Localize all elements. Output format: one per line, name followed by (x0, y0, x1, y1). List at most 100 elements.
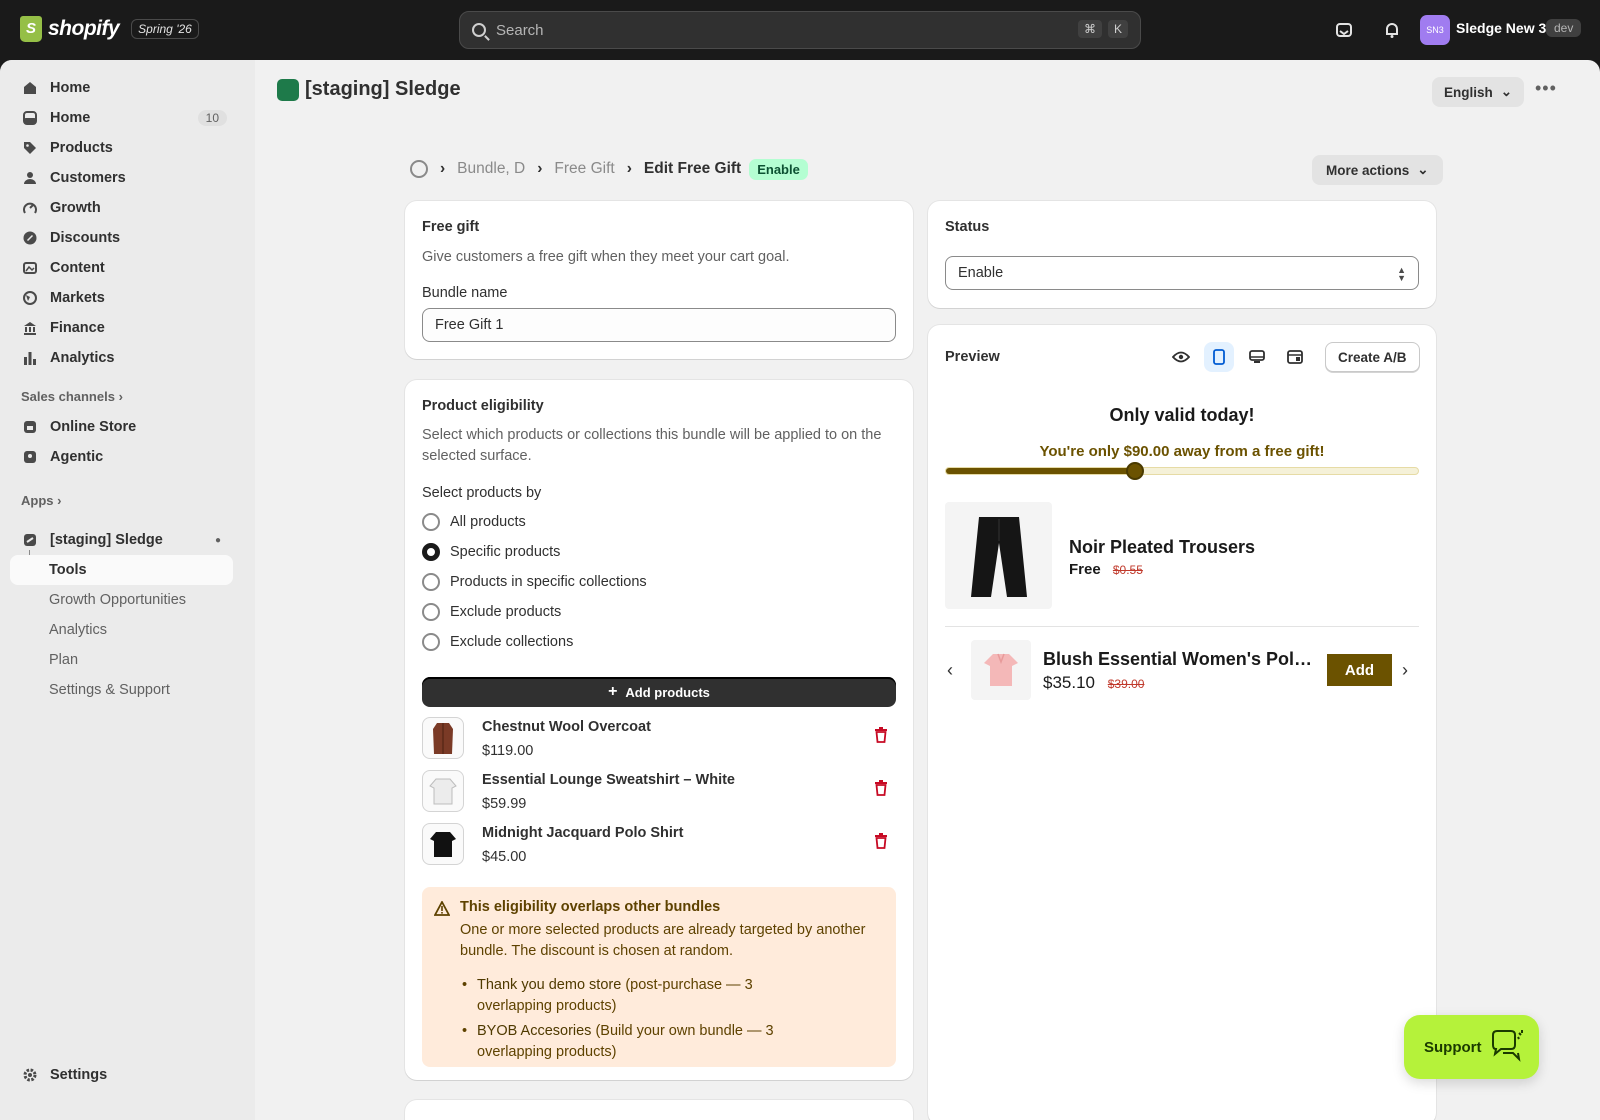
product-name: Essential Lounge Sweatshirt – White (482, 772, 735, 788)
sidebar-item-label: Finance (50, 320, 105, 336)
sidebar-item-online-store[interactable]: Online Store (10, 412, 233, 442)
overlap-bundle-link[interactable]: BYOB Accesories (477, 1023, 591, 1039)
sidebar: Home Home 10 Products Customers Growth D… (0, 60, 255, 1120)
upsell-price: $35.10 (1043, 673, 1095, 692)
sidebar-item-orders[interactable]: Home 10 (10, 103, 233, 133)
sidebar-subitem-settings-support[interactable]: Settings & Support (10, 675, 233, 705)
sidebar-item-products[interactable]: Products (10, 133, 233, 163)
sales-channels-label: Sales channels (21, 389, 115, 404)
top-bar: shopify Spring '26 Search ⌘ K SN3 Sledge… (0, 0, 1600, 60)
sidebar-item-growth[interactable]: Growth (10, 193, 233, 223)
search-shortcut: ⌘ K (1077, 20, 1128, 38)
trash-icon[interactable] (874, 727, 888, 743)
app-icon (22, 532, 38, 548)
sales-channels-heading[interactable]: Sales channels › (21, 389, 123, 404)
card-title: Free gift (422, 219, 480, 235)
release-badge: Spring '26 (131, 19, 199, 39)
select-arrows-icon: ▲ ▼ (1397, 265, 1406, 283)
breadcrumb-item[interactable]: Bundle, D (457, 160, 525, 178)
upsell-add-button[interactable]: Add (1327, 654, 1392, 686)
sidebar-item-analytics[interactable]: Analytics (10, 343, 233, 373)
overlap-warning-banner: This eligibility overlaps other bundles … (422, 887, 896, 1067)
eye-icon[interactable] (1166, 342, 1196, 372)
more-actions-button[interactable]: More actions ⌄ (1312, 155, 1443, 185)
radio-button[interactable] (422, 603, 440, 621)
radio-exclude-products[interactable]: Exclude products (422, 603, 561, 621)
product-name: Midnight Jacquard Polo Shirt (482, 825, 684, 841)
bundle-name-label: Bundle name (422, 285, 508, 301)
cart-drawer-view-icon[interactable] (1280, 342, 1310, 372)
overlap-bundle-link[interactable]: Thank you demo store (477, 977, 621, 993)
product-price: $119.00 (482, 743, 534, 759)
overlap-item: Thank you demo store (post-purchase — 3 … (460, 975, 790, 1017)
sidebar-item-content[interactable]: Content (10, 253, 233, 283)
bundle-name-input[interactable]: Free Gift 1 (422, 308, 896, 342)
radio-specific-collections[interactable]: Products in specific collections (422, 573, 647, 591)
warning-body: One or more selected products are alread… (460, 922, 866, 959)
sidebar-subitem-analytics[interactable]: Analytics (10, 615, 233, 645)
main-content: [staging] Sledge English ⌄ ••• › Bundle,… (255, 60, 1600, 1120)
sidebar-item-finance[interactable]: Finance (10, 313, 233, 343)
sidebar-item-label: [staging] Sledge (50, 532, 163, 548)
sidebar-subitem-growth-opportunities[interactable]: Growth Opportunities (10, 585, 233, 615)
avatar[interactable]: SN3 (1420, 15, 1450, 45)
sidebar-item-settings[interactable]: Settings (10, 1060, 233, 1090)
sidebar-item-markets[interactable]: Markets (10, 283, 233, 313)
add-products-button[interactable]: + Add products (422, 677, 896, 707)
shortcut-key-k: K (1107, 20, 1128, 38)
product-thumbnail (422, 770, 464, 812)
support-button[interactable]: Support (1404, 1015, 1539, 1079)
language-selector[interactable]: English ⌄ (1432, 77, 1525, 107)
card-title: Product eligibility (422, 398, 544, 414)
radio-button[interactable] (422, 573, 440, 591)
radio-label: Exclude products (450, 604, 562, 620)
sidebar-subitem-tools[interactable]: Tools (10, 555, 233, 585)
radio-button-selected[interactable] (422, 543, 440, 561)
radio-exclude-collections[interactable]: Exclude collections (422, 633, 573, 651)
upsell-original-price: $39.00 (1107, 677, 1145, 691)
apps-heading[interactable]: Apps › (21, 493, 61, 508)
create-ab-test-button[interactable]: Create A/B (1325, 342, 1420, 372)
mobile-view-icon[interactable] (1204, 342, 1234, 372)
shortcut-key-cmd: ⌘ (1077, 20, 1102, 38)
trash-icon[interactable] (874, 780, 888, 796)
trash-icon[interactable] (874, 833, 888, 849)
tag-icon (22, 140, 38, 156)
sidebar-item-label: Home (50, 80, 91, 96)
chevron-left-icon[interactable]: ‹ (947, 660, 953, 681)
sidebar-item-home[interactable]: Home (10, 73, 233, 103)
sidebar-item-label: Analytics (50, 350, 115, 366)
radio-button[interactable] (422, 633, 440, 651)
chevron-right-icon[interactable]: › (1402, 660, 1408, 681)
preview-progress-bar (945, 462, 1419, 480)
settings-gear-icon[interactable] (410, 160, 428, 178)
store-name[interactable]: Sledge New 3 (1456, 20, 1546, 36)
overlap-list: Thank you demo store (post-purchase — 3 … (460, 975, 790, 1067)
gear-icon (22, 1067, 38, 1083)
search-icon (472, 23, 486, 37)
bell-icon[interactable] (1380, 18, 1404, 42)
sidebar-item-agentic[interactable]: Agentic (10, 442, 233, 472)
chevron-right-icon: › (626, 160, 632, 177)
sidebar-item-staging-sledge[interactable]: [staging] Sledge ● (10, 525, 233, 555)
sidebar-item-label: Customers (50, 170, 126, 186)
search-bar[interactable]: Search ⌘ K (459, 11, 1141, 49)
radio-button[interactable] (422, 513, 440, 531)
sidebar-item-customers[interactable]: Customers (10, 163, 233, 193)
app-header: [staging] Sledge (277, 78, 461, 101)
status-select[interactable]: Enable ▲ ▼ (945, 256, 1419, 290)
breadcrumb-item[interactable]: Free Gift (554, 160, 614, 178)
card-title: Status (945, 219, 990, 235)
sidebar-item-discounts[interactable]: Discounts (10, 223, 233, 253)
shopify-logo[interactable]: shopify Spring '26 (20, 16, 199, 42)
next-card (405, 1100, 913, 1120)
radio-all-products[interactable]: All products (422, 513, 526, 531)
inbox-icon[interactable] (1332, 18, 1356, 42)
more-options-icon[interactable]: ••• (1535, 78, 1557, 99)
chevron-right-icon: › (537, 160, 543, 177)
desktop-view-icon[interactable] (1242, 342, 1272, 372)
sidebar-subitem-plan[interactable]: Plan (10, 645, 233, 675)
radio-specific-products[interactable]: Specific products (422, 543, 560, 561)
preview-card: Preview Create A/B Only valid today! You… (928, 325, 1436, 1120)
pin-dot-icon: ● (214, 534, 221, 546)
